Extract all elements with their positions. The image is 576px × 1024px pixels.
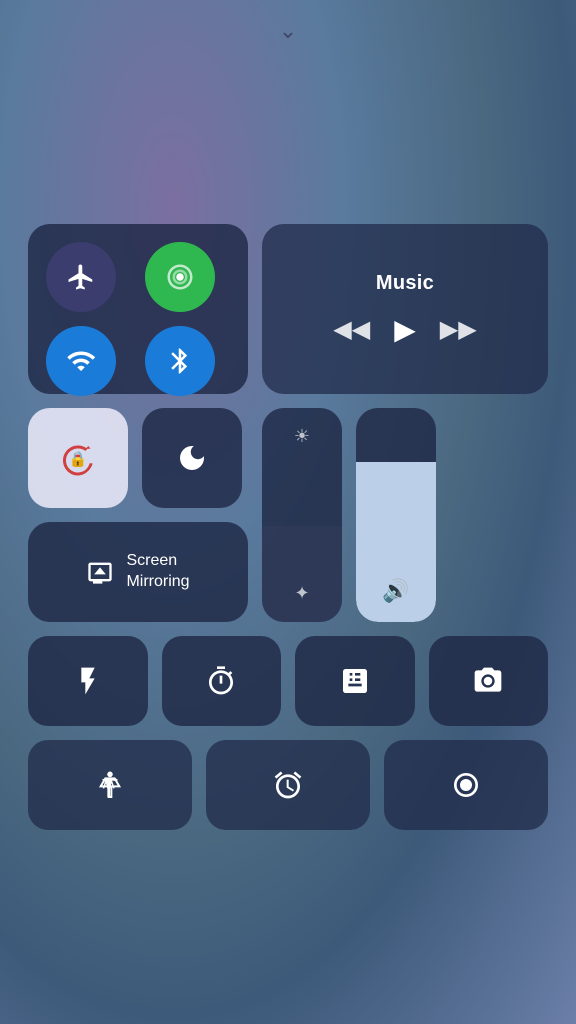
top-row-2: 🔒 xyxy=(28,408,248,508)
left-column: 🔒 ScreenMirroring xyxy=(28,408,248,622)
forward-button[interactable]: ▶▶ xyxy=(440,315,477,344)
timer-icon xyxy=(205,665,237,697)
screen-mirroring-button[interactable]: ScreenMirroring xyxy=(28,522,248,622)
bluetooth-icon xyxy=(165,346,195,376)
rotation-lock-button[interactable]: 🔒 xyxy=(28,408,128,508)
camera-button[interactable] xyxy=(429,636,549,726)
alarm-button[interactable] xyxy=(206,740,370,830)
accessibility-button[interactable] xyxy=(28,740,192,830)
flashlight-icon xyxy=(72,665,104,697)
row-2: 🔒 ScreenMirroring xyxy=(28,408,548,622)
accessibility-icon xyxy=(94,769,126,801)
play-button[interactable]: ▶ xyxy=(394,313,416,346)
rotation-lock-icon: 🔒 xyxy=(60,440,96,476)
cellular-icon xyxy=(165,262,195,292)
bluetooth-button[interactable] xyxy=(145,326,215,396)
sliders-column: ☀ ✦ 🔊 xyxy=(262,408,436,622)
do-not-disturb-button[interactable] xyxy=(142,408,242,508)
screen-record-icon xyxy=(450,769,482,801)
rewind-button[interactable]: ◀◀ xyxy=(333,315,370,344)
volume-slider[interactable]: 🔊 xyxy=(356,408,436,622)
screen-mirroring-icon xyxy=(86,558,114,586)
brightness-top-icon: ☀ xyxy=(294,426,310,447)
music-title: Music xyxy=(376,272,434,295)
timer-button[interactable] xyxy=(162,636,282,726)
wifi-icon xyxy=(66,346,96,376)
drag-indicator[interactable]: ⌄ xyxy=(279,18,297,44)
cellular-button[interactable] xyxy=(145,242,215,312)
calculator-button[interactable] xyxy=(295,636,415,726)
brightness-slider[interactable]: ☀ ✦ xyxy=(262,408,342,622)
connectivity-tile xyxy=(28,224,248,394)
camera-icon xyxy=(472,665,504,697)
row-3 xyxy=(28,636,548,726)
row-4 xyxy=(28,740,548,830)
airplane-mode-button[interactable] xyxy=(46,242,116,312)
wifi-button[interactable] xyxy=(46,326,116,396)
screen-record-button[interactable] xyxy=(384,740,548,830)
airplane-icon xyxy=(66,262,96,292)
calculator-icon xyxy=(339,665,371,697)
screen-mirroring-label: ScreenMirroring xyxy=(126,551,189,593)
alarm-icon xyxy=(272,769,304,801)
control-center: Music ◀◀ ▶ ▶▶ 🔒 xyxy=(28,224,548,830)
svg-text:🔒: 🔒 xyxy=(69,451,88,468)
music-controls: ◀◀ ▶ ▶▶ xyxy=(333,313,476,346)
brightness-bottom-icon: ✦ xyxy=(294,583,309,604)
flashlight-button[interactable] xyxy=(28,636,148,726)
volume-icon: 🔊 xyxy=(382,578,409,604)
row-1: Music ◀◀ ▶ ▶▶ xyxy=(28,224,548,394)
music-tile[interactable]: Music ◀◀ ▶ ▶▶ xyxy=(262,224,548,394)
moon-icon xyxy=(176,442,208,474)
